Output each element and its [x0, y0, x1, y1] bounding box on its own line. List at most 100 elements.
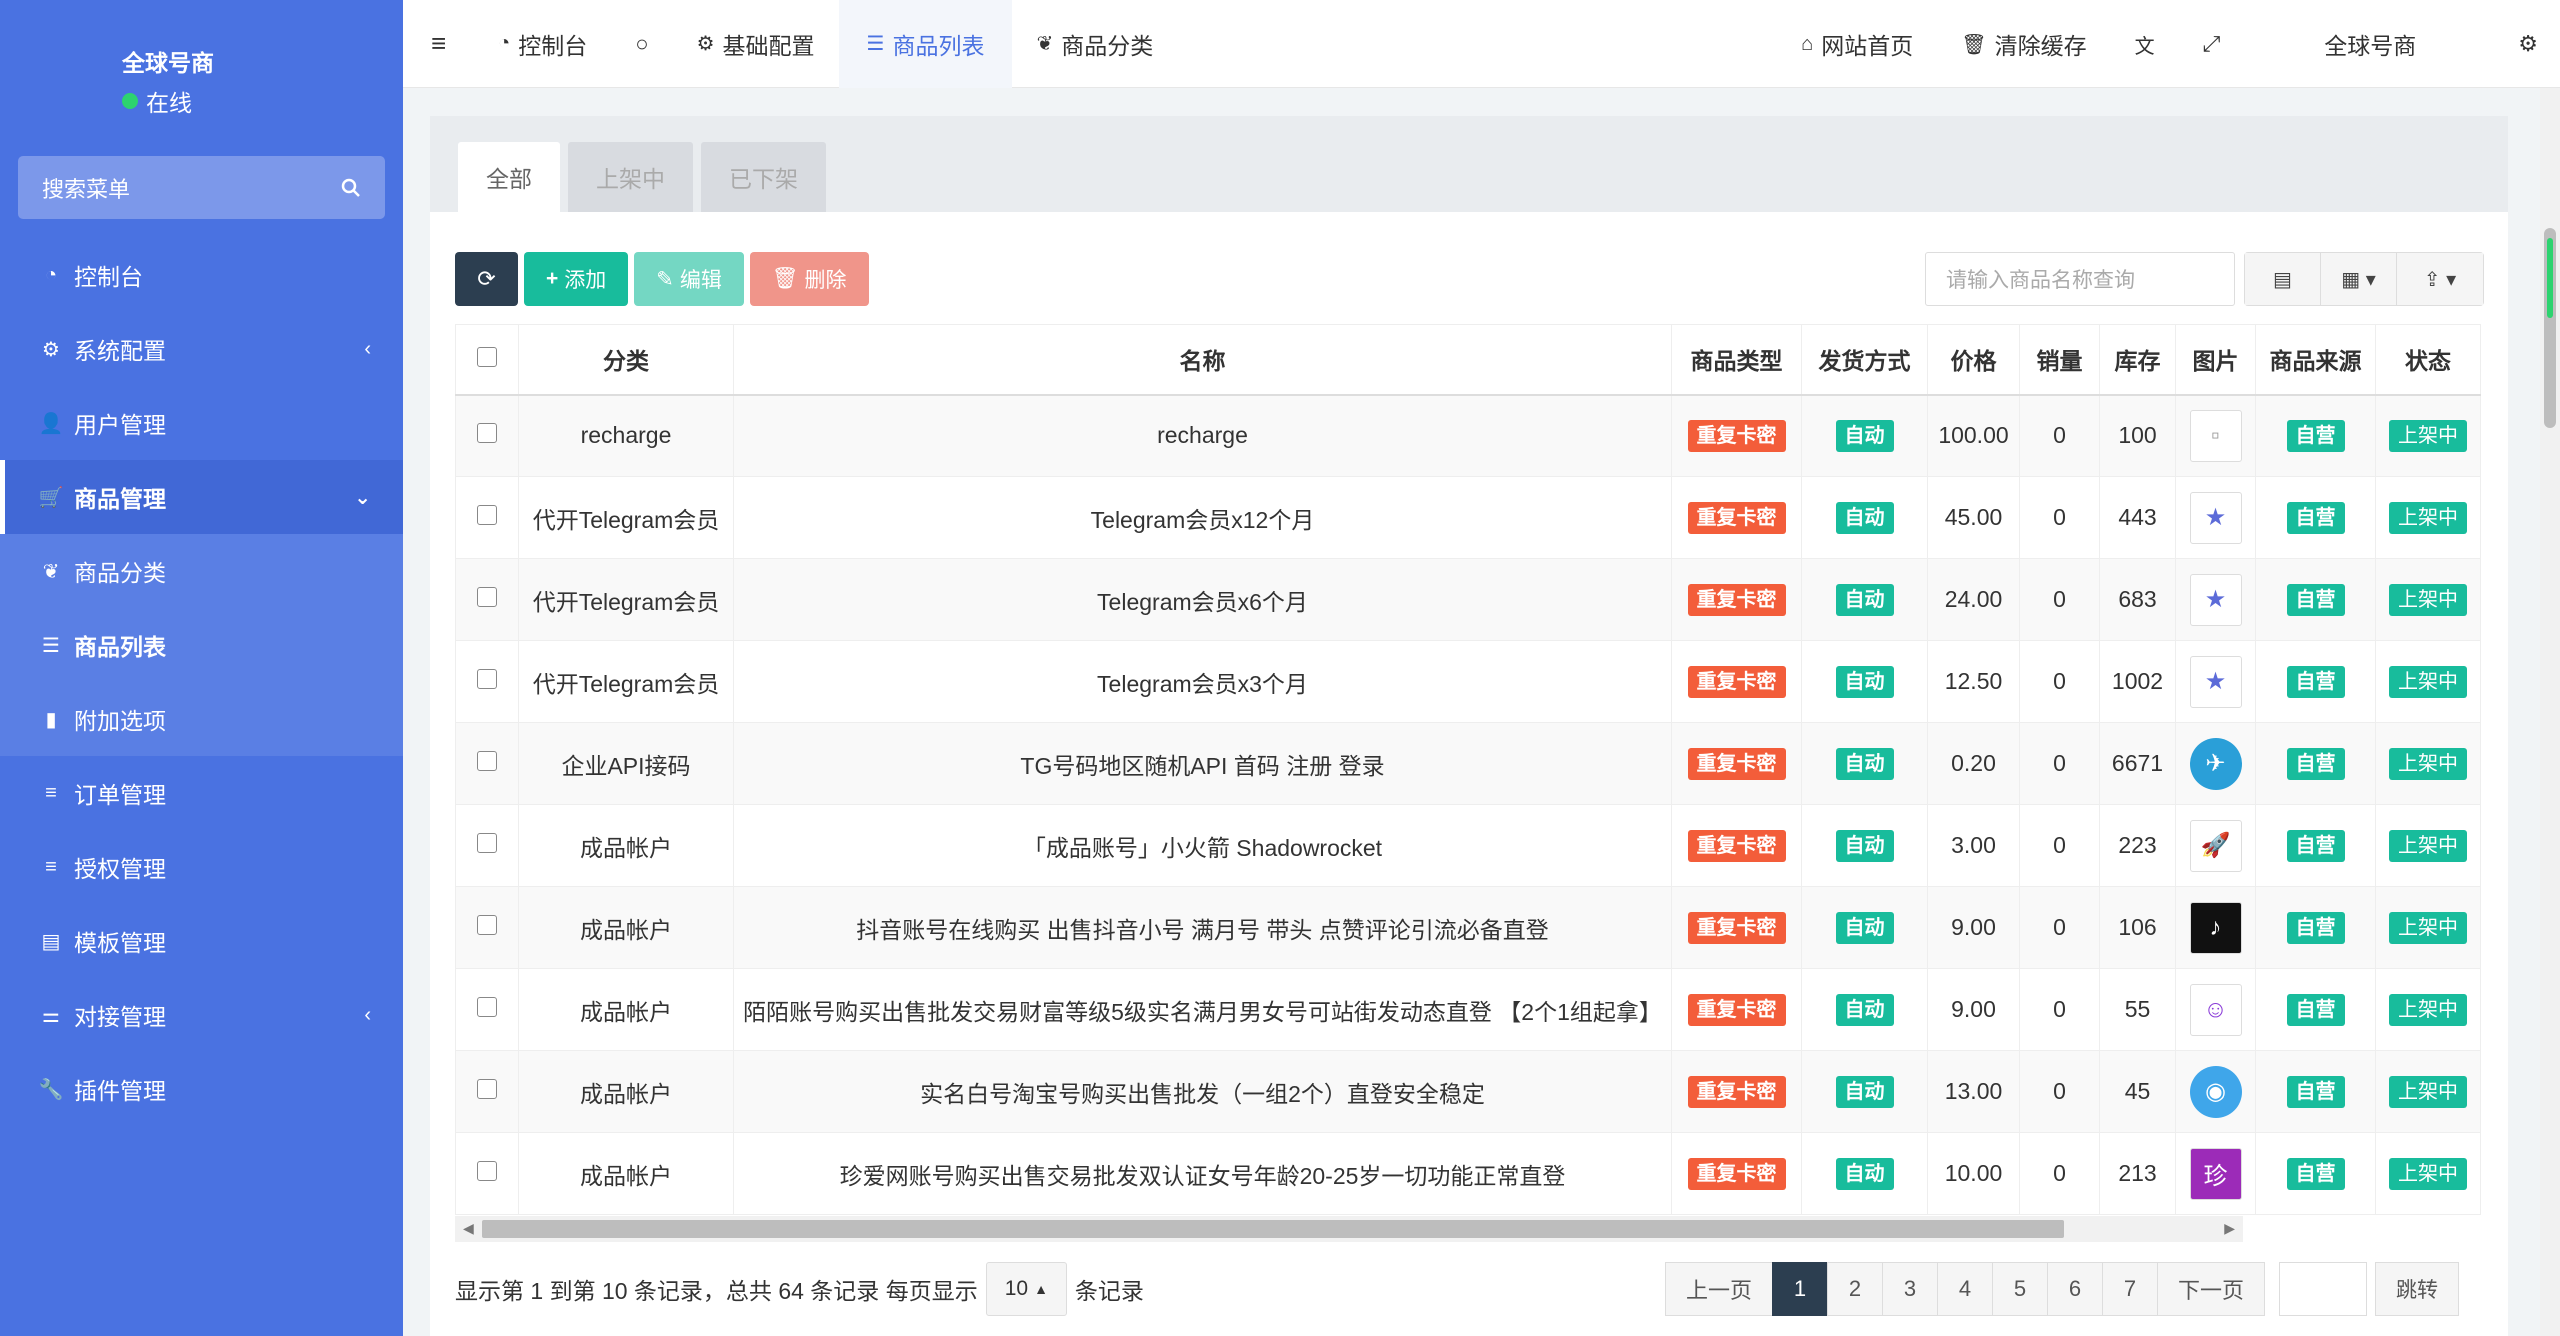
- table-row[interactable]: recharge recharge 重复卡密 自动 100.00 0 100 ▫ 自营 上架中: [455, 394, 2481, 477]
- zhenai-icon[interactable]: 珍: [2189, 1147, 2242, 1200]
- jump-page-input[interactable]: [2279, 1262, 2368, 1316]
- col-delivery[interactable]: 发货方式: [1801, 324, 1928, 396]
- sidebar-item-product-category[interactable]: ❦ 商品分类: [0, 534, 403, 608]
- settings-button[interactable]: ⚙: [2496, 0, 2560, 88]
- col-source[interactable]: 商品来源: [2255, 324, 2376, 396]
- sidebar-item-plugins[interactable]: 🔧 插件管理: [0, 1052, 403, 1126]
- sidebar-item-dashboard[interactable]: ◔ 控制台: [0, 238, 403, 312]
- scroll-left-icon[interactable]: ◀: [463, 1220, 474, 1237]
- col-stock[interactable]: 库存: [2099, 324, 2176, 396]
- rocket-icon[interactable]: 🚀: [2189, 819, 2242, 872]
- page-size-select[interactable]: 10 ▲: [985, 1262, 1067, 1316]
- table-row[interactable]: 成品帐户 陌陌账号购买出售批发交易财富等级5级实名满月男女号可站街发动态直登 【2…: [455, 968, 2481, 1051]
- table-row[interactable]: 代开Telegram会员 Telegram会员x12个月 重复卡密 自动 45.00 0 4…: [455, 476, 2481, 559]
- toggle-view-button[interactable]: ▤: [2245, 253, 2321, 305]
- tab-product-list[interactable]: ☰ 商品列表: [838, 0, 1013, 88]
- refresh-button[interactable]: ⟳: [455, 252, 518, 306]
- table-row[interactable]: 成品帐户 「成品账号」小火箭 Shadowrocket 重复卡密 自动 3.00 0 223…: [455, 804, 2481, 887]
- status-badge[interactable]: 上架中: [2389, 993, 2467, 1026]
- horizontal-scrollbar[interactable]: ◀ ▶: [455, 1216, 2243, 1242]
- sidebar-item-system-config[interactable]: ⚙ 系统配置 ‹: [0, 312, 403, 386]
- row-checkbox[interactable]: [477, 997, 497, 1017]
- tab-dashboard[interactable]: ◔ 控制台: [474, 0, 611, 88]
- fullscreen-button[interactable]: ⤢: [2179, 0, 2245, 88]
- col-category[interactable]: 分类: [518, 324, 734, 396]
- sidebar-item-products[interactable]: 🛒 商品管理 ⌄: [0, 460, 403, 534]
- broken-image-icon[interactable]: ▫: [2189, 409, 2242, 462]
- row-checkbox[interactable]: [477, 751, 497, 771]
- clear-cache-button[interactable]: 🗑 清除缓存: [1937, 0, 2110, 88]
- status-badge[interactable]: 上架中: [2389, 747, 2467, 780]
- row-checkbox[interactable]: [477, 915, 497, 935]
- row-checkbox[interactable]: [477, 1079, 497, 1099]
- status-badge[interactable]: 上架中: [2389, 1075, 2467, 1108]
- tab-off-shelf[interactable]: 已下架: [701, 142, 826, 212]
- tab-all[interactable]: 全部: [458, 142, 560, 212]
- page-5-button[interactable]: 5: [1992, 1262, 2049, 1316]
- star-icon[interactable]: ★: [2189, 655, 2242, 708]
- status-badge[interactable]: 上架中: [2389, 1157, 2467, 1190]
- table-row[interactable]: 代开Telegram会员 Telegram会员x6个月 重复卡密 自动 24.00 0 68…: [455, 558, 2481, 641]
- sidebar-item-product-list[interactable]: ☰ 商品列表: [0, 608, 403, 682]
- col-status[interactable]: 状态: [2375, 324, 2481, 396]
- page-1-button[interactable]: 1: [1772, 1262, 1829, 1316]
- sidebar-item-integrations[interactable]: ⚌ 对接管理 ‹: [0, 978, 403, 1052]
- row-checkbox[interactable]: [477, 587, 497, 607]
- sidebar-toggle-button[interactable]: ≡: [403, 0, 474, 88]
- table-row[interactable]: 成品帐户 抖音账号在线购买 出售抖音小号 满月号 带头 点赞评论引流必备直登 重复卡…: [455, 886, 2481, 969]
- tab-on-shelf[interactable]: 上架中: [568, 142, 693, 212]
- star-icon[interactable]: ★: [2189, 491, 2242, 544]
- edit-button[interactable]: ✎ 编辑: [634, 252, 744, 306]
- col-type[interactable]: 商品类型: [1671, 324, 1802, 396]
- horizontal-scroll-thumb[interactable]: [482, 1220, 2064, 1238]
- tiktok-icon[interactable]: ♪: [2189, 901, 2242, 954]
- status-badge[interactable]: 上架中: [2389, 665, 2467, 698]
- table-row[interactable]: 企业API接码 TG号码地区随机API 首码 注册 登录 重复卡密 自动 0.20 0 66…: [455, 722, 2481, 805]
- status-badge[interactable]: 上架中: [2389, 829, 2467, 862]
- page-4-button[interactable]: 4: [1937, 1262, 1994, 1316]
- col-price[interactable]: 价格: [1927, 324, 2020, 396]
- home-link[interactable]: ⌂ 网站首页: [1777, 0, 1937, 88]
- next-page-button[interactable]: 下一页: [2157, 1262, 2266, 1316]
- jump-button[interactable]: 跳转: [2375, 1262, 2460, 1316]
- prev-page-button[interactable]: 上一页: [1665, 1262, 1774, 1316]
- export-button[interactable]: ⇪ ▾: [2397, 253, 2483, 305]
- sidebar-item-addons[interactable]: ▮ 附加选项: [0, 682, 403, 756]
- momo-icon[interactable]: ☺: [2189, 983, 2242, 1036]
- row-checkbox[interactable]: [477, 505, 497, 525]
- vertical-scrollbar[interactable]: [2540, 88, 2560, 1336]
- page-7-button[interactable]: 7: [2102, 1262, 2159, 1316]
- language-button[interactable]: 文: [2111, 0, 2179, 88]
- row-checkbox[interactable]: [477, 669, 497, 689]
- sidebar-item-users[interactable]: 👤 用户管理: [0, 386, 403, 460]
- tab-product-category[interactable]: ❦ 商品分类: [1012, 0, 1177, 88]
- search-icon[interactable]: [341, 178, 361, 198]
- table-row[interactable]: 成品帐户 实名白号淘宝号购买出售批发（一组2个）直登安全稳定 重复卡密 自动 13.00…: [455, 1050, 2481, 1133]
- menu-search-input[interactable]: 搜索菜单: [18, 156, 385, 219]
- columns-button[interactable]: ▦ ▾: [2321, 253, 2397, 305]
- sidebar-item-orders[interactable]: ≡ 订单管理: [0, 756, 403, 830]
- add-button[interactable]: + 添加: [524, 252, 629, 306]
- page-3-button[interactable]: 3: [1882, 1262, 1939, 1316]
- table-row[interactable]: 成品帐户 珍爱网账号购买出售交易批发双认证女号年龄20-25岁一切功能正常直登 重复…: [455, 1132, 2481, 1215]
- tab-basic-config[interactable]: ⚙ 基础配置: [673, 0, 839, 88]
- row-checkbox[interactable]: [477, 833, 497, 853]
- product-search-input[interactable]: 请输入商品名称查询: [1925, 252, 2235, 306]
- status-badge[interactable]: 上架中: [2389, 583, 2467, 616]
- tab-blank[interactable]: ○: [611, 0, 672, 88]
- col-name[interactable]: 名称: [733, 324, 1672, 396]
- scroll-right-icon[interactable]: ▶: [2224, 1220, 2235, 1237]
- star-icon[interactable]: ★: [2189, 573, 2242, 626]
- page-6-button[interactable]: 6: [2047, 1262, 2104, 1316]
- sidebar-item-license[interactable]: ≡ 授权管理: [0, 830, 403, 904]
- table-row[interactable]: 代开Telegram会员 Telegram会员x3个月 重复卡密 自动 12.50 0 10…: [455, 640, 2481, 723]
- delete-button[interactable]: 🗑 删除: [749, 252, 869, 306]
- row-checkbox[interactable]: [477, 423, 497, 444]
- select-all-checkbox[interactable]: [477, 346, 497, 367]
- user-menu[interactable]: 全球号商: [2244, 0, 2496, 88]
- row-checkbox[interactable]: [477, 1161, 497, 1181]
- status-badge[interactable]: 上架中: [2389, 911, 2467, 944]
- page-2-button[interactable]: 2: [1827, 1262, 1884, 1316]
- col-sales[interactable]: 销量: [2019, 324, 2100, 396]
- status-badge[interactable]: 上架中: [2389, 419, 2467, 452]
